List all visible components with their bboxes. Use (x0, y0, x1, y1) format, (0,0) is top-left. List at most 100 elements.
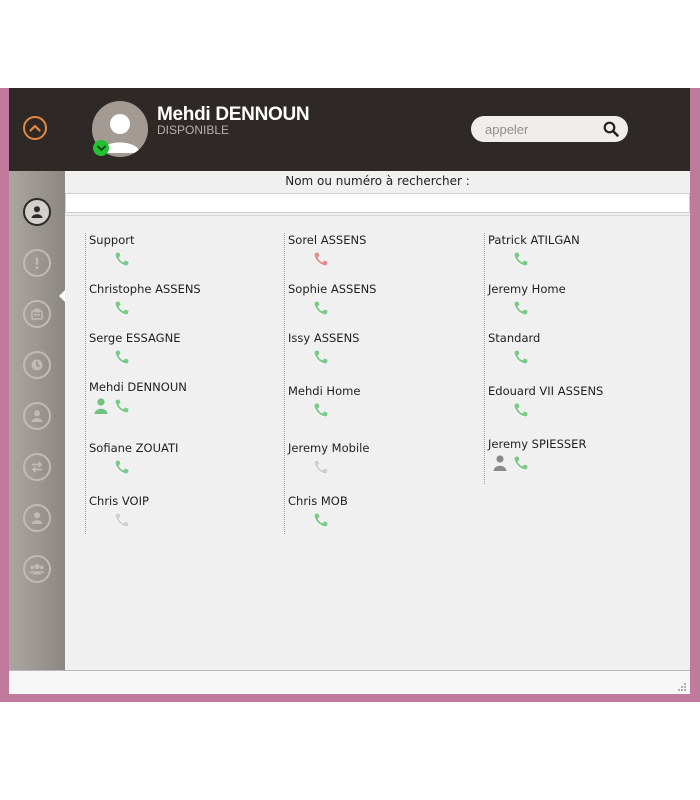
contact-name: Chris MOB (288, 494, 348, 508)
contact-item[interactable]: Serge ESSAGNE (86, 331, 180, 369)
contact-icons (89, 247, 134, 271)
voicemail-icon (31, 308, 43, 320)
call-phone-icon[interactable] (312, 250, 330, 268)
contact-name: Support (89, 233, 135, 247)
group-icon (29, 563, 45, 575)
sidebar-item-history[interactable] (23, 351, 51, 379)
contact-icons (89, 455, 178, 479)
contact-icons (89, 508, 149, 532)
sidebar-item-alerts[interactable] (23, 249, 51, 277)
alert-icon (35, 257, 39, 270)
contact-icons (488, 345, 540, 369)
search-icon[interactable] (603, 121, 619, 137)
contact-column: Patrick ATILGAN Jeremy Home Standard Edouar… (484, 233, 670, 484)
contact-name: Patrick ATILGAN (488, 233, 580, 247)
sidebar-item-group[interactable] (23, 555, 51, 583)
contact-item[interactable]: Sorel ASSENS (285, 233, 366, 271)
contact-name: Jeremy Mobile (288, 441, 370, 455)
contact-item[interactable]: Chris VOIP (86, 494, 149, 532)
call-phone-icon[interactable] (312, 348, 330, 366)
sidebar-item-transfer[interactable] (23, 453, 51, 481)
call-phone-icon[interactable] (312, 299, 330, 317)
call-phone-icon[interactable] (512, 348, 530, 366)
sidebar-item-profile[interactable] (23, 504, 51, 532)
app-window: Mehdi DENNOUN DISPONIBLE appeler Nom ou … (9, 88, 690, 694)
presence-person-icon (493, 455, 507, 471)
chevron-up-icon (29, 124, 41, 132)
contact-name: Jeremy SPIESSER (488, 437, 587, 451)
contacts-list: Support Christophe ASSENS Serge ESSAGNE Meh… (65, 215, 690, 671)
call-phone-icon[interactable] (312, 511, 330, 529)
collapse-button[interactable] (23, 116, 47, 140)
contact-item[interactable]: Jeremy Mobile (285, 441, 369, 479)
contact-item[interactable]: Christophe ASSENS (86, 282, 201, 320)
contact-name: Serge ESSAGNE (89, 331, 181, 345)
history-icon (31, 359, 43, 371)
contact-name: Sofiane ZOUATI (89, 441, 179, 455)
call-phone-icon[interactable] (113, 511, 131, 529)
contact-name: Christophe ASSENS (89, 282, 201, 296)
contact-icons (288, 508, 348, 532)
contact-icons (288, 398, 360, 422)
contact-name: Sophie ASSENS (288, 282, 377, 296)
call-phone-icon[interactable] (113, 397, 131, 415)
contact-icons (288, 455, 369, 479)
contact-name: Mehdi DENNOUN (89, 380, 187, 394)
call-phone-icon[interactable] (312, 458, 330, 476)
contact-item[interactable]: Chris MOB (285, 494, 348, 532)
contact-item[interactable]: Sofiane ZOUATI (86, 441, 178, 479)
contact-icons (89, 345, 180, 369)
contact-name: Standard (488, 331, 541, 345)
call-phone-icon[interactable] (113, 348, 131, 366)
contact-icons (89, 296, 201, 320)
contact-name: Jeremy Home (488, 282, 566, 296)
resize-handle-icon[interactable] (677, 682, 687, 692)
contact-name: Mehdi Home (288, 384, 361, 398)
call-phone-icon[interactable] (113, 458, 131, 476)
search-label: Nom ou numéro à rechercher : (285, 174, 470, 188)
contact-name: Chris VOIP (89, 494, 149, 508)
contact-icons (288, 296, 377, 320)
contact-column: Sorel ASSENS Sophie ASSENS Issy ASSENS Mehd… (284, 233, 470, 534)
call-phone-icon[interactable] (113, 299, 131, 317)
call-phone-icon[interactable] (512, 299, 530, 317)
contact-item[interactable]: Issy ASSENS (285, 331, 359, 369)
contact-item[interactable]: Support (86, 233, 134, 271)
transfer-icon (31, 461, 43, 473)
header-bar: Mehdi DENNOUN DISPONIBLE (9, 88, 690, 171)
contact-icons (89, 394, 187, 418)
sidebar-item-voicemail[interactable] (23, 300, 51, 328)
call-phone-icon[interactable] (512, 454, 530, 472)
sidebar (9, 171, 65, 670)
status-footer (9, 670, 690, 694)
user-avatar-wrap (92, 101, 148, 157)
contact-item[interactable]: Jeremy SPIESSER (485, 437, 586, 475)
contact-item[interactable]: Sophie ASSENS (285, 282, 377, 320)
app-frame: Mehdi DENNOUN DISPONIBLE appeler Nom ou … (0, 88, 700, 702)
call-phone-icon[interactable] (312, 401, 330, 419)
contact-item[interactable]: Edouard VII ASSENS (485, 384, 603, 422)
contact-icons (488, 296, 566, 320)
call-phone-icon[interactable] (512, 401, 530, 419)
sidebar-item-contacts[interactable] (23, 198, 51, 226)
call-input[interactable] (485, 120, 595, 138)
call-phone-icon[interactable] (512, 250, 530, 268)
contact-name: Edouard VII ASSENS (488, 384, 604, 398)
presence-status-indicator[interactable] (93, 140, 109, 156)
contact-icons (488, 398, 603, 422)
user-icon (31, 410, 43, 422)
contact-item[interactable]: Mehdi Home (285, 384, 360, 422)
sidebar-item-user[interactable] (23, 402, 51, 430)
contact-search-input[interactable] (65, 193, 690, 213)
contact-name: Issy ASSENS (288, 331, 360, 345)
call-phone-icon[interactable] (113, 250, 131, 268)
contact-item[interactable]: Standard (485, 331, 540, 369)
contact-icons (488, 451, 586, 475)
contact-column: Support Christophe ASSENS Serge ESSAGNE Meh… (85, 233, 271, 534)
contact-item[interactable]: Jeremy Home (485, 282, 566, 320)
contact-item[interactable]: Patrick ATILGAN (485, 233, 580, 271)
contacts-icon (31, 206, 43, 218)
profile-icon (31, 512, 43, 524)
contact-item[interactable]: Mehdi DENNOUN (86, 380, 187, 418)
contact-icons (488, 247, 580, 271)
